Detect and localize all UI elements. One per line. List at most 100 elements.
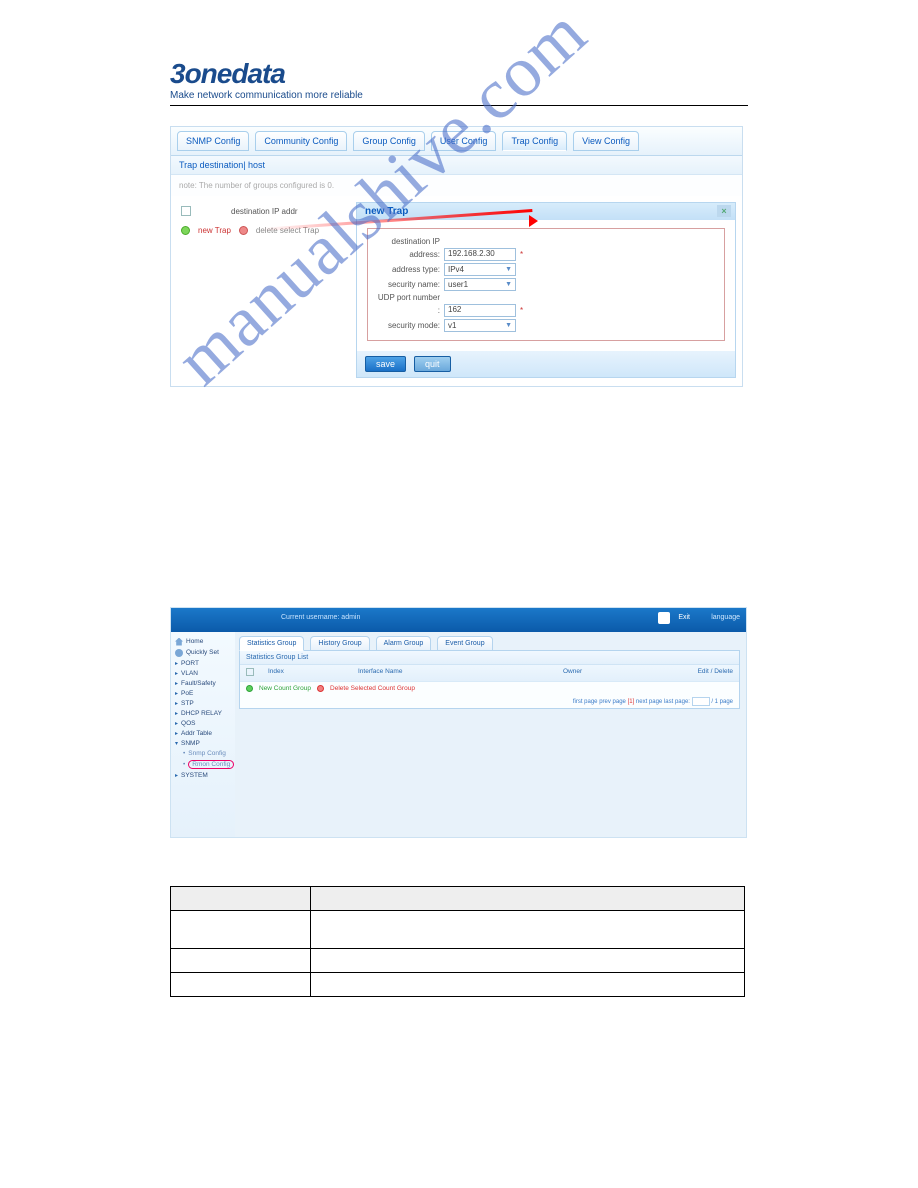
add-icon bbox=[181, 226, 190, 235]
address-input[interactable]: 192.168.2.30 bbox=[444, 248, 516, 261]
caret-right-icon: ▸ bbox=[175, 690, 178, 697]
udp-port-input[interactable]: 162 bbox=[444, 304, 516, 317]
sidebar-item-system[interactable]: ▸SYSTEM bbox=[173, 770, 233, 780]
table-cell bbox=[171, 911, 311, 949]
gear-icon bbox=[175, 649, 183, 657]
pager-next[interactable]: next page bbox=[636, 699, 662, 705]
table-cell bbox=[311, 973, 745, 997]
close-icon[interactable]: × bbox=[717, 205, 731, 217]
col-index: Index bbox=[268, 668, 358, 678]
table-header-1 bbox=[171, 887, 311, 911]
table-header-2 bbox=[311, 887, 745, 911]
current-user-label: Current username: admin bbox=[281, 614, 360, 621]
caret-right-icon: ▸ bbox=[175, 700, 178, 707]
col-interface: Interface Name bbox=[358, 668, 563, 678]
delete-trap-link[interactable]: delete select Trap bbox=[256, 226, 319, 235]
quit-button[interactable]: quit bbox=[414, 356, 451, 372]
left-column: destination IP addr new Trap delete sele… bbox=[171, 196, 356, 386]
tab-group-config[interactable]: Group Config bbox=[353, 131, 425, 151]
stats-panel: Statistics Group List Index Interface Na… bbox=[239, 650, 740, 709]
new-trap-modal: new Trap × destination IP address: 192.1… bbox=[356, 202, 736, 378]
security-mode-label: security mode: bbox=[372, 321, 444, 330]
dest-ip-group-label: destination IP bbox=[372, 237, 444, 246]
tab-history-group[interactable]: History Group bbox=[310, 636, 369, 651]
sidebar-item-vlan[interactable]: ▸VLAN bbox=[173, 668, 233, 678]
address-type-select[interactable]: IPv4▼ bbox=[444, 263, 516, 276]
screenshot-snmp-trap: SNMP Config Community Config Group Confi… bbox=[170, 126, 743, 387]
tab-alarm-group[interactable]: Alarm Group bbox=[376, 636, 432, 651]
table-cell bbox=[311, 949, 745, 973]
sidebar-item-quickset[interactable]: Quickly Set bbox=[173, 647, 233, 658]
table-cell bbox=[311, 911, 745, 949]
pager-input[interactable] bbox=[692, 697, 710, 706]
tab-trap-config[interactable]: Trap Config bbox=[502, 131, 567, 151]
tab-user-config[interactable]: User Config bbox=[431, 131, 497, 151]
caret-right-icon: ▸ bbox=[175, 730, 178, 737]
pager-prev[interactable]: prev page bbox=[599, 699, 626, 705]
chevron-down-icon: ▼ bbox=[505, 266, 512, 273]
pager-last[interactable]: last page: bbox=[664, 699, 690, 705]
caret-right-icon: ▸ bbox=[175, 720, 178, 727]
sidebar-item-poe[interactable]: ▸PoE bbox=[173, 688, 233, 698]
caret-down-icon: ▾ bbox=[175, 740, 178, 747]
chevron-down-icon: ▼ bbox=[505, 281, 512, 288]
caret-right-icon: ▸ bbox=[175, 772, 178, 779]
new-trap-link[interactable]: new Trap bbox=[198, 226, 231, 235]
save-button[interactable]: save bbox=[365, 356, 406, 372]
main-panel: Statistics Group History Group Alarm Gro… bbox=[235, 632, 746, 837]
panel-subtitle: Trap destination| host bbox=[171, 156, 742, 175]
sidebar-item-fault[interactable]: ▸Fault/Safety bbox=[173, 678, 233, 688]
caret-right-icon: ▸ bbox=[175, 710, 178, 717]
caret-right-icon: ▸ bbox=[175, 670, 178, 677]
tab-event-group[interactable]: Event Group bbox=[437, 636, 492, 651]
top-bar: Current username: admin Exit language bbox=[171, 608, 746, 632]
home-icon bbox=[175, 638, 183, 646]
pager-total: / 1 page bbox=[711, 699, 733, 705]
tab-view-config[interactable]: View Config bbox=[573, 131, 639, 151]
sidebar-item-port[interactable]: ▸PORT bbox=[173, 658, 233, 668]
sidebar-item-rmon-config[interactable]: •Rmon Config bbox=[173, 758, 233, 770]
pager-first[interactable]: first page bbox=[573, 699, 598, 705]
pager: first page prev page [1] next page last … bbox=[240, 695, 739, 708]
header-rule bbox=[170, 105, 748, 106]
modal-title: new Trap bbox=[365, 206, 408, 217]
tab-community-config[interactable]: Community Config bbox=[255, 131, 347, 151]
sidebar-item-home[interactable]: Home bbox=[173, 636, 233, 647]
pager-current: [1] bbox=[628, 699, 635, 705]
exit-icon[interactable] bbox=[658, 612, 670, 624]
sidebar-item-snmp[interactable]: ▾SNMP bbox=[173, 738, 233, 748]
security-name-select[interactable]: user1▼ bbox=[444, 278, 516, 291]
select-all-checkbox[interactable] bbox=[181, 206, 191, 216]
security-name-label: security name: bbox=[372, 280, 444, 289]
udp-colon: : bbox=[372, 306, 444, 315]
sidebar-item-stp[interactable]: ▸STP bbox=[173, 698, 233, 708]
tab-statistics-group[interactable]: Statistics Group bbox=[239, 636, 304, 651]
sidebar-item-addr[interactable]: ▸Addr Table bbox=[173, 728, 233, 738]
address-type-label: address type: bbox=[372, 265, 444, 274]
select-all-checkbox[interactable] bbox=[246, 668, 254, 676]
delete-icon bbox=[239, 226, 248, 235]
new-count-group-link[interactable]: New Count Group bbox=[259, 685, 311, 692]
sidebar-item-qos[interactable]: ▸QOS bbox=[173, 718, 233, 728]
caret-right-icon: ▸ bbox=[175, 680, 178, 687]
language-link[interactable]: language bbox=[711, 614, 740, 621]
sidebar: Home Quickly Set ▸PORT ▸VLAN ▸Fault/Safe… bbox=[171, 632, 235, 837]
security-mode-select[interactable]: v1▼ bbox=[444, 319, 516, 332]
delete-count-group-link[interactable]: Delete Selected Count Group bbox=[330, 685, 415, 692]
col-edit: Edit / Delete bbox=[663, 668, 733, 678]
tab-bar-rmon: Statistics Group History Group Alarm Gro… bbox=[239, 636, 740, 651]
required-star: * bbox=[520, 306, 523, 315]
required-star: * bbox=[520, 250, 523, 259]
table-cell bbox=[171, 949, 311, 973]
exit-link[interactable]: Exit bbox=[678, 614, 690, 621]
sidebar-item-dhcp[interactable]: ▸DHCP RELAY bbox=[173, 708, 233, 718]
chevron-down-icon: ▼ bbox=[505, 322, 512, 329]
tab-snmp-config[interactable]: SNMP Config bbox=[177, 131, 249, 151]
sidebar-item-snmp-config[interactable]: •Snmp Config bbox=[173, 748, 233, 758]
udp-port-label: UDP port number bbox=[372, 293, 444, 302]
note-row: note: The number of groups configured is… bbox=[171, 175, 742, 196]
action-row: New Count Group Delete Selected Count Gr… bbox=[240, 682, 739, 695]
col-dest-ip: destination IP addr bbox=[231, 207, 298, 216]
add-icon bbox=[246, 685, 253, 692]
trap-form: destination IP address: 192.168.2.30 * a… bbox=[367, 228, 725, 341]
